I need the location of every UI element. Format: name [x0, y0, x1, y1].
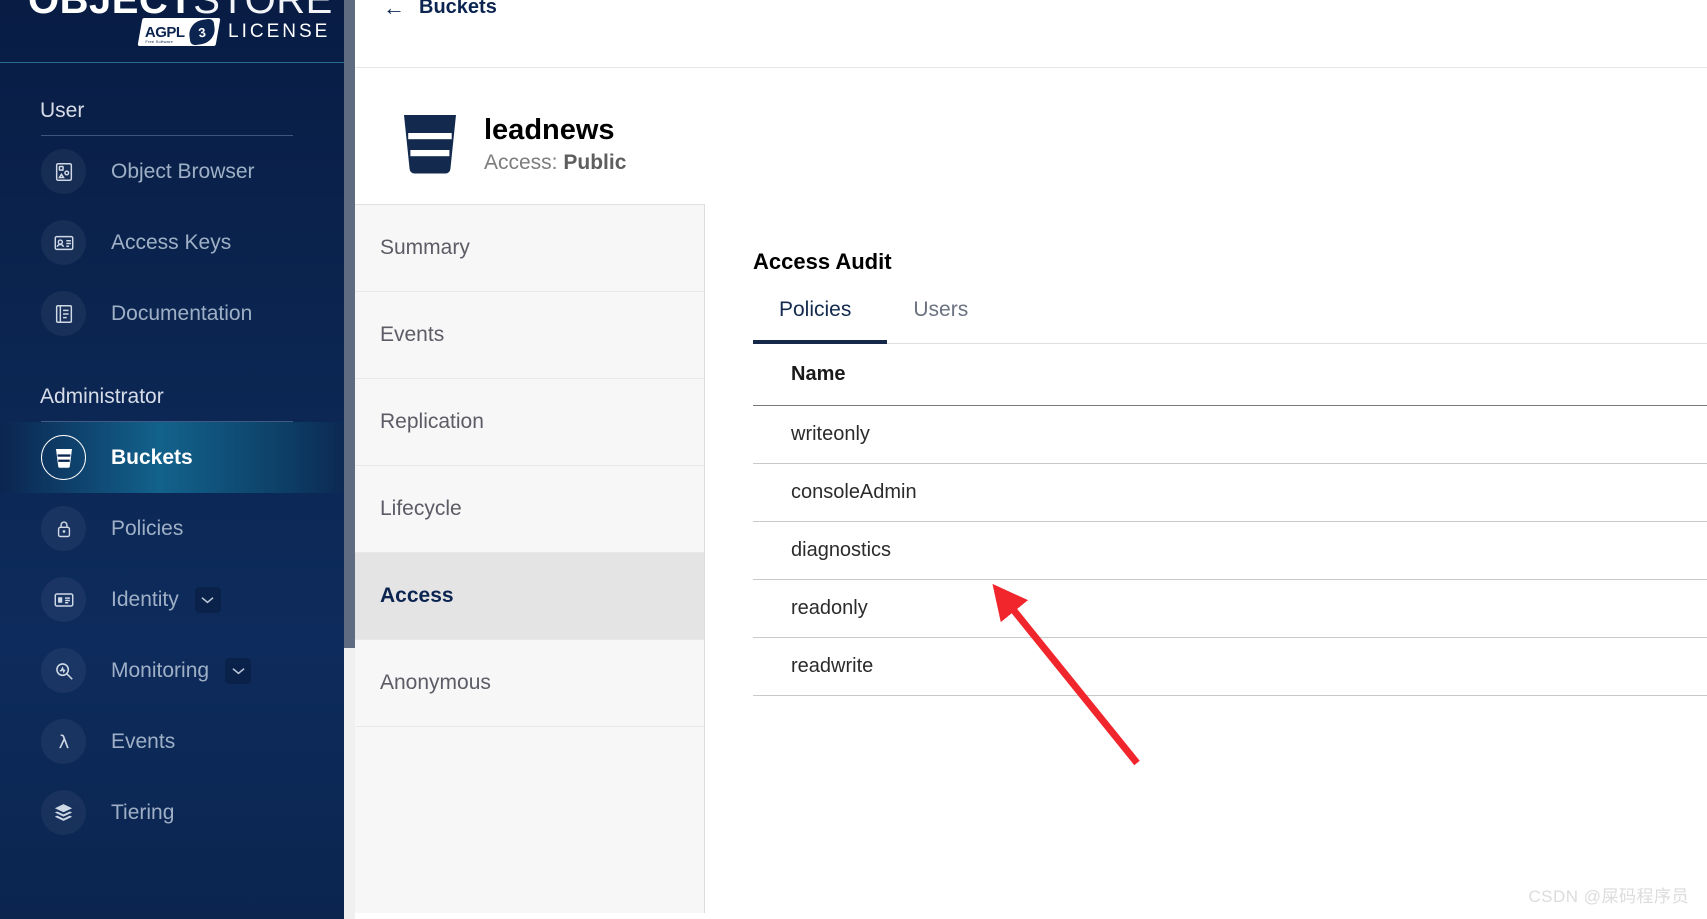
sidebar: OBJECTSTORE AGPL Free Software 3 LICENSE… — [0, 0, 355, 919]
tab-policies[interactable]: Policies — [753, 298, 888, 345]
table-row[interactable]: writeonly — [753, 406, 1707, 465]
tabs-filler — [355, 727, 704, 888]
bucket-icon — [41, 435, 86, 480]
sidebar-item-label: Tiering — [111, 800, 175, 824]
content-split: Summary Events Replication Lifecycle Acc… — [355, 204, 1707, 914]
tab-label: Users — [913, 298, 969, 322]
sidebar-item-tiering[interactable]: Tiering — [0, 777, 355, 848]
sidebar-item-label: Documentation — [111, 301, 253, 325]
cell-name: diagnostics — [791, 539, 892, 562]
table-row[interactable]: readwrite — [753, 638, 1707, 697]
sidebar-nav: User Object Browser Access Keys Document… — [0, 63, 355, 848]
cell-name: readonly — [791, 597, 868, 620]
documentation-icon — [41, 291, 86, 336]
sidebar-item-identity[interactable]: Identity — [0, 564, 355, 635]
sidebar-item-documentation[interactable]: Documentation — [0, 278, 355, 349]
chevron-down-icon[interactable] — [225, 657, 252, 684]
sidebar-item-monitoring[interactable]: Monitoring — [0, 635, 355, 706]
agpl-badge-text: AGPL — [145, 23, 185, 41]
access-keys-icon — [41, 220, 86, 265]
tab-label: Policies — [779, 298, 852, 322]
table-row[interactable]: diagnostics — [753, 522, 1707, 581]
bucket-access-value: Public — [563, 151, 627, 175]
app-root: OBJECTSTORE AGPL Free Software 3 LICENSE… — [0, 0, 1707, 919]
object-browser-icon — [41, 149, 86, 194]
table-header-row: Name — [753, 344, 1707, 407]
sidebar-item-label: Policies — [111, 516, 184, 540]
tab-label: Events — [380, 323, 445, 347]
sidebar-item-label: Events — [111, 729, 176, 753]
svg-text:λ: λ — [58, 732, 69, 753]
sidebar-item-label: Identity — [111, 587, 179, 611]
sidebar-logo: OBJECTSTORE AGPL Free Software 3 LICENSE — [0, 0, 355, 63]
main-content: ← Buckets leadnews Access: Public Summar… — [355, 0, 1707, 919]
tab-label: Anonymous — [380, 671, 491, 695]
chevron-down-icon[interactable] — [194, 586, 221, 613]
tab-label: Replication — [380, 410, 484, 434]
agpl-swoosh-icon: 3 — [187, 18, 217, 46]
cell-name: writeonly — [791, 423, 870, 446]
lambda-icon: λ — [41, 719, 86, 764]
sidebar-item-buckets[interactable]: Buckets — [0, 422, 355, 493]
sidebar-item-object-browser[interactable]: Object Browser — [0, 136, 355, 207]
cell-name: readwrite — [791, 655, 874, 678]
lock-icon — [41, 506, 86, 551]
agpl-logo-icon: AGPL Free Software 3 — [137, 18, 221, 46]
watermark-text: CSDN @屎码程序员 — [1528, 887, 1689, 906]
breadcrumb-back-buckets[interactable]: ← Buckets — [383, 0, 497, 19]
tab-label: Access — [380, 584, 454, 608]
table-row[interactable]: consoleAdmin — [753, 464, 1707, 523]
tab-lifecycle[interactable]: Lifecycle — [355, 466, 704, 554]
license-label: LICENSE — [228, 21, 331, 42]
cell-name: consoleAdmin — [791, 481, 917, 504]
bucket-title-group: leadnews Access: Public — [484, 112, 626, 175]
monitoring-icon — [41, 648, 86, 693]
breadcrumb-bar: ← Buckets — [355, 0, 1707, 68]
bucket-access-line: Access: Public — [484, 151, 626, 175]
tab-events[interactable]: Events — [355, 292, 704, 380]
table-row[interactable]: readonly — [753, 580, 1707, 639]
sidebar-item-policies[interactable]: Policies — [0, 493, 355, 564]
sidebar-section-administrator-title: Administrator — [40, 385, 164, 408]
page-title: leadnews — [484, 114, 615, 146]
sidebar-item-events[interactable]: λ Events — [0, 706, 355, 777]
access-audit-panel: Access Audit Policies Users Name writeon… — [705, 204, 1707, 913]
sidebar-item-label: Buckets — [111, 445, 193, 469]
license-badge-group: AGPL Free Software 3 LICENSE — [137, 18, 331, 46]
tab-replication[interactable]: Replication — [355, 379, 704, 467]
tab-summary[interactable]: Summary — [355, 205, 704, 293]
policies-table: Name writeonly consoleAdmin diagnostics … — [753, 344, 1707, 697]
bucket-icon — [402, 113, 458, 175]
tab-access[interactable]: Access — [355, 553, 704, 641]
identity-icon — [41, 577, 86, 622]
bucket-tabs-sidebar: Summary Events Replication Lifecycle Acc… — [355, 204, 705, 914]
sidebar-item-label: Object Browser — [111, 159, 255, 183]
tab-anonymous[interactable]: Anonymous — [355, 640, 704, 728]
bucket-access-label: Access: — [484, 151, 558, 175]
arrow-left-icon: ← — [383, 0, 405, 20]
breadcrumb-label: Buckets — [419, 0, 497, 18]
sidebar-item-access-keys[interactable]: Access Keys — [0, 207, 355, 278]
agpl-badge-fineprint: Free Software — [145, 39, 174, 44]
panel-title: Access Audit — [753, 249, 892, 275]
access-audit-tabs: Policies Users — [753, 298, 1707, 345]
sidebar-section-user-title: User — [40, 99, 85, 122]
column-header-name: Name — [791, 363, 846, 386]
tab-label: Summary — [380, 236, 470, 260]
sidebar-item-label: Access Keys — [111, 230, 232, 254]
sidebar-scrollbar[interactable] — [344, 0, 355, 919]
tiering-icon — [41, 790, 86, 835]
sidebar-item-label: Monitoring — [111, 658, 210, 682]
bucket-header: leadnews Access: Public — [355, 68, 1707, 175]
sidebar-scrollbar-thumb[interactable] — [344, 0, 355, 648]
tab-label: Lifecycle — [380, 497, 462, 521]
tab-users[interactable]: Users — [887, 298, 1002, 343]
